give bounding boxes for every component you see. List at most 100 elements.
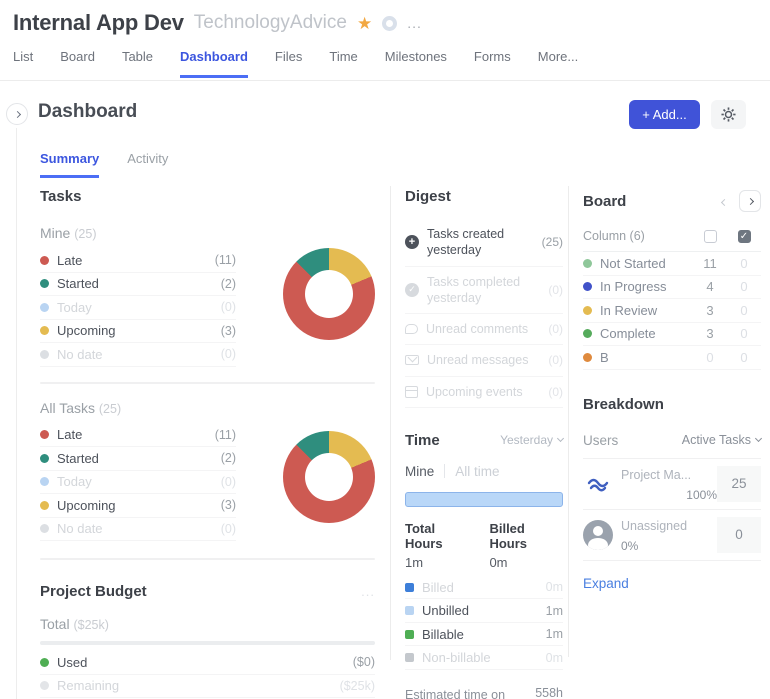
- project-title: Internal App Dev: [13, 10, 184, 36]
- status-count: (0): [221, 300, 236, 314]
- project-nav: List Board Table Dashboard Files Time Mileston…: [0, 49, 770, 78]
- project-nav-tab[interactable]: List: [13, 49, 33, 78]
- status-label: Late: [57, 427, 215, 442]
- project-nav-tab[interactable]: Files: [275, 49, 302, 78]
- project-nav-tab[interactable]: Time: [329, 49, 357, 78]
- digest-item-label: Tasks completed yesterday: [427, 274, 540, 307]
- digest-item[interactable]: Unread messages (0): [405, 345, 563, 376]
- project-options-ellipsis-icon[interactable]: ...: [407, 15, 422, 31]
- collapse-panel-button[interactable]: [6, 103, 28, 125]
- board-row-count-1: 11: [693, 256, 727, 271]
- board-status-dot-icon: [583, 282, 592, 291]
- project-nav-tab[interactable]: Dashboard: [180, 49, 248, 78]
- checkbox-checked-icon[interactable]: [738, 230, 751, 243]
- status-dot-icon: [40, 326, 49, 335]
- time-swatch-icon: [405, 583, 414, 592]
- status-label: No date: [57, 347, 221, 362]
- time-header: Time Yesterday: [405, 432, 563, 449]
- time-range-dropdown[interactable]: Yesterday: [500, 433, 563, 447]
- time-legend-value: 0m: [546, 651, 563, 665]
- project-nav-tab[interactable]: Board: [60, 49, 95, 78]
- time-legend-label: Billable: [422, 627, 546, 642]
- settings-button[interactable]: [711, 100, 746, 129]
- status-dot-icon: [40, 350, 49, 359]
- budget-row: Used ($0): [40, 651, 375, 675]
- thread-line: [16, 128, 17, 699]
- board-next-button[interactable]: [739, 190, 761, 212]
- time-tab-mine[interactable]: Mine: [405, 464, 434, 479]
- status-label: Upcoming: [57, 323, 221, 338]
- project-nav-tab[interactable]: Milestones: [385, 49, 447, 78]
- status-label: Started: [57, 451, 221, 466]
- board-row-count-1: 4: [693, 279, 727, 294]
- page-title: Dashboard: [38, 101, 137, 123]
- budget-total-label: Total: [40, 616, 70, 632]
- board-row-label: B: [600, 350, 693, 365]
- users-label: Users: [583, 433, 682, 448]
- chevron-down-icon: [557, 435, 564, 442]
- user-task-count: 0: [717, 517, 761, 553]
- star-favorite-icon[interactable]: ★: [357, 15, 372, 32]
- digest-item[interactable]: Tasks created yesterday (25): [405, 219, 563, 267]
- group-total: (25): [74, 227, 96, 241]
- chevron-down-icon: [755, 435, 762, 442]
- project-nav-tab[interactable]: Table: [122, 49, 153, 78]
- status-count: (0): [221, 347, 236, 361]
- board-row: Not Started 11 0: [583, 252, 761, 276]
- status-dot-icon: [40, 279, 49, 288]
- total-hours-value: 1m: [405, 555, 473, 570]
- digest-item-label: Unread comments: [426, 321, 540, 337]
- board-rows: Not Started 11 0 In Progress 4 0 In Revi…: [583, 252, 761, 370]
- checkbox-unchecked-icon[interactable]: [704, 230, 717, 243]
- status-label: Late: [57, 253, 215, 268]
- dashboard-subtab[interactable]: Activity: [127, 151, 168, 178]
- tasks-all-legend: Late (11) Started (2) Today (0) Upcoming…: [40, 424, 236, 542]
- digest-item-icon: [405, 283, 419, 297]
- project-budget-title: Project Budget: [40, 583, 361, 600]
- breakdown-subheader: Users Active Tasks: [583, 433, 761, 448]
- board-status-dot-icon: [583, 353, 592, 362]
- task-status-row: Late (11): [40, 424, 236, 448]
- user-progress-track: [621, 490, 680, 499]
- status-count: (0): [221, 522, 236, 536]
- digest-item[interactable]: Unread comments (0): [405, 314, 563, 345]
- user-percent: 100%: [686, 488, 717, 502]
- expand-link[interactable]: Expand: [583, 576, 761, 591]
- billed-hours-label: Billed Hours: [489, 521, 563, 551]
- task-status-row: Late (11): [40, 249, 236, 273]
- project-nav-tab[interactable]: Forms: [474, 49, 511, 78]
- status-count: (3): [221, 324, 236, 338]
- status-count: (11): [215, 253, 236, 267]
- time-title: Time: [405, 432, 500, 449]
- board-row: B 0 0: [583, 346, 761, 370]
- time-swatch-icon: [405, 630, 414, 639]
- time-unbilled-bar-chart: [405, 492, 563, 507]
- dashboard-subtab[interactable]: Summary: [40, 151, 99, 178]
- breakdown-user-row[interactable]: Project Ma... 100% 25: [583, 458, 761, 510]
- digest-item-count: (25): [542, 235, 563, 249]
- progress-ring-icon[interactable]: [382, 16, 397, 31]
- breakdown-user-row[interactable]: Unassigned 0% 0: [583, 510, 761, 561]
- board-row-count-1: 0: [693, 350, 727, 365]
- status-dot-icon: [40, 477, 49, 486]
- tasks-group-all: All Tasks (25): [40, 400, 375, 416]
- digest-item[interactable]: Tasks completed yesterday (0): [405, 267, 563, 315]
- project-budget-header: Project Budget ...: [40, 583, 375, 600]
- board-prev-button[interactable]: [718, 188, 731, 214]
- task-status-row: Today (0): [40, 296, 236, 320]
- time-legend-row: Billable 1m: [405, 623, 563, 647]
- board-row-label: Not Started: [600, 256, 693, 271]
- add-button[interactable]: + Add...: [629, 100, 700, 129]
- active-tasks-dropdown[interactable]: Active Tasks: [682, 433, 761, 447]
- board-breakdown-column: Board Column (6) Not Started 11 0 In Pro…: [583, 188, 761, 591]
- digest-item-icon: [405, 386, 418, 398]
- project-nav-tab[interactable]: More...: [538, 49, 578, 78]
- status-label: Started: [57, 276, 221, 291]
- status-count: (3): [221, 498, 236, 512]
- budget-legend: Used ($0) Remaining ($25k): [40, 651, 375, 698]
- estimate-label: Estimated time on active tasks: [405, 686, 527, 699]
- budget-options-ellipsis-icon[interactable]: ...: [361, 584, 375, 599]
- time-tab-all-time[interactable]: All time: [455, 464, 499, 479]
- breakdown-title: Breakdown: [583, 396, 761, 413]
- digest-item[interactable]: Upcoming events (0): [405, 377, 563, 408]
